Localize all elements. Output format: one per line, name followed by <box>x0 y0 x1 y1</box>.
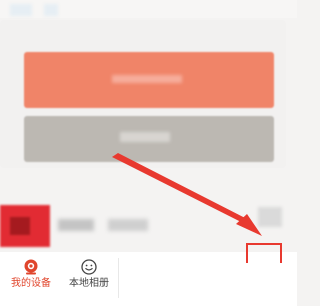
tab-divider <box>118 258 119 298</box>
annotation-highlight-box <box>246 243 282 263</box>
status-area <box>0 0 297 18</box>
blurred-row-control <box>258 207 282 227</box>
blurred-block <box>10 4 32 16</box>
tab-label: 我的设备 <box>11 278 51 289</box>
tab-my-devices[interactable]: 我的设备 <box>6 256 56 302</box>
camera-eye-icon <box>24 259 38 275</box>
smiley-face-icon <box>81 259 97 275</box>
primary-action-button[interactable] <box>24 52 274 108</box>
blurred-device-meta <box>108 219 148 231</box>
device-list-item[interactable] <box>0 205 297 247</box>
thumbnail-detail <box>10 217 30 235</box>
device-thumbnail <box>0 205 50 247</box>
blurred-device-name <box>58 219 94 231</box>
blurred-button-label <box>112 75 182 83</box>
tab-local-album[interactable]: 本地相册 <box>64 256 114 302</box>
dialog-card <box>0 20 286 168</box>
blurred-button-label <box>120 132 170 142</box>
app-screen: 我的设备 本地相册 <box>0 0 297 306</box>
blurred-block <box>44 4 58 16</box>
tab-label: 本地相册 <box>69 278 109 289</box>
secondary-action-button[interactable] <box>24 116 274 162</box>
